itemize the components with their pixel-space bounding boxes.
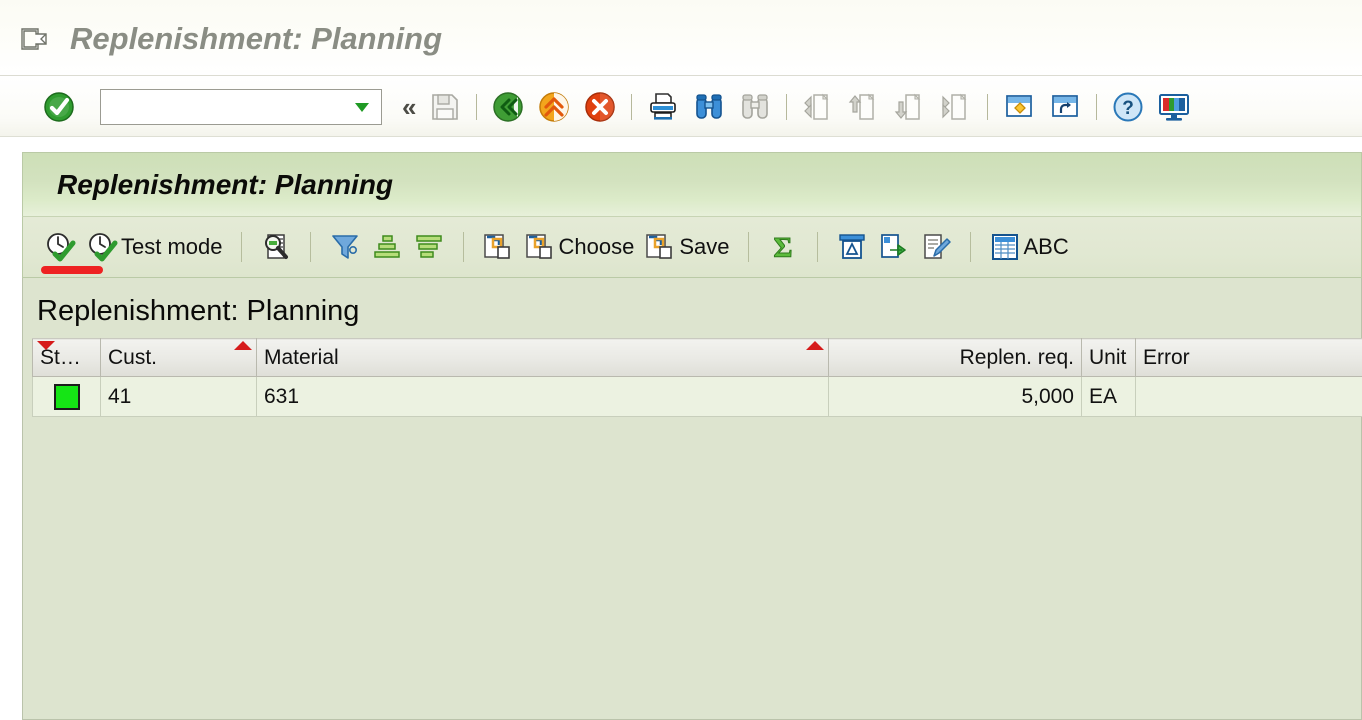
orange-up-arrow-icon[interactable] — [537, 90, 571, 124]
test-mode-label: Test mode — [121, 234, 223, 259]
test-mode-button[interactable]: Test mode — [81, 224, 228, 270]
toolbar-separator — [987, 93, 989, 120]
save-layout-button[interactable]: Save — [639, 224, 734, 270]
green-back-arrow-icon[interactable] — [491, 90, 525, 124]
sort-ascending-marker-icon — [806, 341, 824, 350]
screen-title-bar: Replenishment: Planning — [22, 152, 1362, 216]
alv-table: St… Cust. Material Replen. req. Unit Err… — [32, 338, 1362, 417]
command-field[interactable] — [100, 88, 382, 125]
toolbar-separator — [747, 232, 749, 262]
column-header-material-label: Material — [264, 345, 339, 369]
cell-material[interactable]: 631 — [256, 376, 829, 417]
column-header-status[interactable]: St… — [32, 338, 101, 377]
cell-error[interactable] — [1135, 376, 1362, 417]
column-header-error-label: Error — [1143, 345, 1190, 369]
clock-check-icon — [86, 231, 118, 263]
shortcut-window-icon[interactable] — [1048, 90, 1082, 124]
filter-button[interactable] — [324, 224, 366, 270]
toolbar-separator — [1096, 93, 1098, 120]
choose-label: Choose — [558, 234, 635, 259]
export-doc-icon — [878, 231, 910, 263]
copy-doc-icon — [524, 231, 556, 263]
cell-unit[interactable]: EA — [1081, 376, 1136, 417]
save-button[interactable] — [428, 90, 462, 124]
detail-button[interactable] — [255, 224, 297, 270]
printer-icon[interactable] — [646, 90, 680, 124]
column-header-unit[interactable]: Unit — [1081, 338, 1136, 377]
cell-cust[interactable]: 41 — [100, 376, 257, 417]
toolbar-separator — [476, 93, 478, 120]
sort-descending-icon — [413, 231, 445, 263]
copy-layout-button[interactable] — [477, 224, 519, 270]
column-header-unit-label: Unit — [1089, 345, 1127, 369]
cell-status[interactable] — [32, 376, 101, 417]
toolbar-separator — [786, 93, 788, 120]
cell-replen-req[interactable]: 5,000 — [828, 376, 1082, 417]
choose-button[interactable]: Choose — [519, 224, 640, 270]
column-header-error[interactable]: Error — [1135, 338, 1362, 377]
abc-analysis-label: ABC — [1023, 234, 1069, 259]
new-session-icon[interactable] — [1002, 90, 1036, 124]
copy-doc-icon — [644, 231, 676, 263]
abc-analysis-button[interactable]: ABC — [984, 224, 1074, 270]
toolbar-separator — [631, 93, 633, 120]
column-header-material[interactable]: Material — [256, 338, 829, 377]
enter-check-icon[interactable] — [42, 90, 76, 124]
collapse-toolbar-button[interactable]: « — [402, 94, 416, 120]
question-help-icon[interactable]: ? — [1111, 90, 1145, 124]
sigma-sum-icon: Σ — [767, 231, 799, 265]
sort-descending-marker-icon — [37, 341, 55, 350]
monitor-colors-icon[interactable] — [1157, 90, 1191, 124]
print-preview-button[interactable] — [831, 224, 873, 270]
table-row[interactable]: 41 631 5,000 EA — [32, 376, 1362, 417]
filter-funnel-icon — [329, 231, 361, 263]
edit-doc-button[interactable] — [915, 224, 957, 270]
application-toolbar: Test mode Choose Save Σ ABC — [22, 216, 1362, 278]
table-header-row: St… Cust. Material Replen. req. Unit Err… — [32, 338, 1362, 377]
execute-planning-button[interactable] — [39, 224, 103, 274]
column-header-cust-label: Cust. — [108, 345, 158, 369]
sort-ascending-marker-icon — [234, 341, 252, 350]
last-page-icon[interactable] — [939, 90, 973, 124]
red-x-circle-icon[interactable] — [583, 90, 617, 124]
total-button[interactable]: Σ — [762, 224, 804, 270]
clock-check-icon — [44, 231, 76, 263]
svg-text:?: ? — [1123, 98, 1135, 119]
binoculars-icon[interactable] — [692, 90, 726, 124]
save-layout-label: Save — [679, 234, 730, 259]
exit-door-icon[interactable] — [18, 25, 52, 53]
grid-title: Replenishment: Planning — [37, 295, 360, 327]
green-square-status-icon — [53, 383, 80, 410]
toolbar-separator — [240, 232, 242, 262]
next-page-icon[interactable] — [893, 90, 927, 124]
toolbar-separator — [816, 232, 818, 262]
spreadsheet-icon — [989, 231, 1021, 263]
column-header-cust[interactable]: Cust. — [100, 338, 257, 377]
column-header-replen-req-label: Replen. req. — [959, 345, 1074, 369]
screen-title: Replenishment: Planning — [57, 168, 394, 200]
command-input[interactable] — [101, 89, 349, 124]
svg-text:Σ: Σ — [773, 232, 792, 263]
toolbar-separator — [462, 232, 464, 262]
standard-toolbar: « ? — [0, 77, 1362, 137]
column-header-replen-req[interactable]: Replen. req. — [828, 338, 1082, 377]
screen-panel: Replenishment: Planning Test mode Choose… — [22, 152, 1362, 720]
chevron-down-icon[interactable] — [351, 96, 373, 118]
window-title-bar: Replenishment: Planning — [0, 0, 1362, 76]
first-page-icon[interactable] — [801, 90, 835, 124]
copy-doc-icon — [482, 231, 514, 263]
print-preview-icon — [836, 231, 868, 263]
sort-ascending-button[interactable] — [366, 224, 408, 270]
export-button[interactable] — [873, 224, 915, 270]
toolbar-separator — [969, 232, 971, 262]
page-title: Replenishment: Planning — [70, 21, 443, 56]
sort-ascending-icon — [371, 231, 403, 263]
magnifier-doc-icon — [260, 231, 292, 263]
toolbar-separator — [309, 232, 311, 262]
previous-page-icon[interactable] — [847, 90, 881, 124]
binoculars-plus-icon[interactable] — [738, 90, 772, 124]
edit-pencil-doc-icon — [920, 231, 952, 263]
sort-descending-button[interactable] — [408, 224, 450, 270]
alv-grid: Replenishment: Planning St… Cust. Materi… — [22, 278, 1362, 720]
